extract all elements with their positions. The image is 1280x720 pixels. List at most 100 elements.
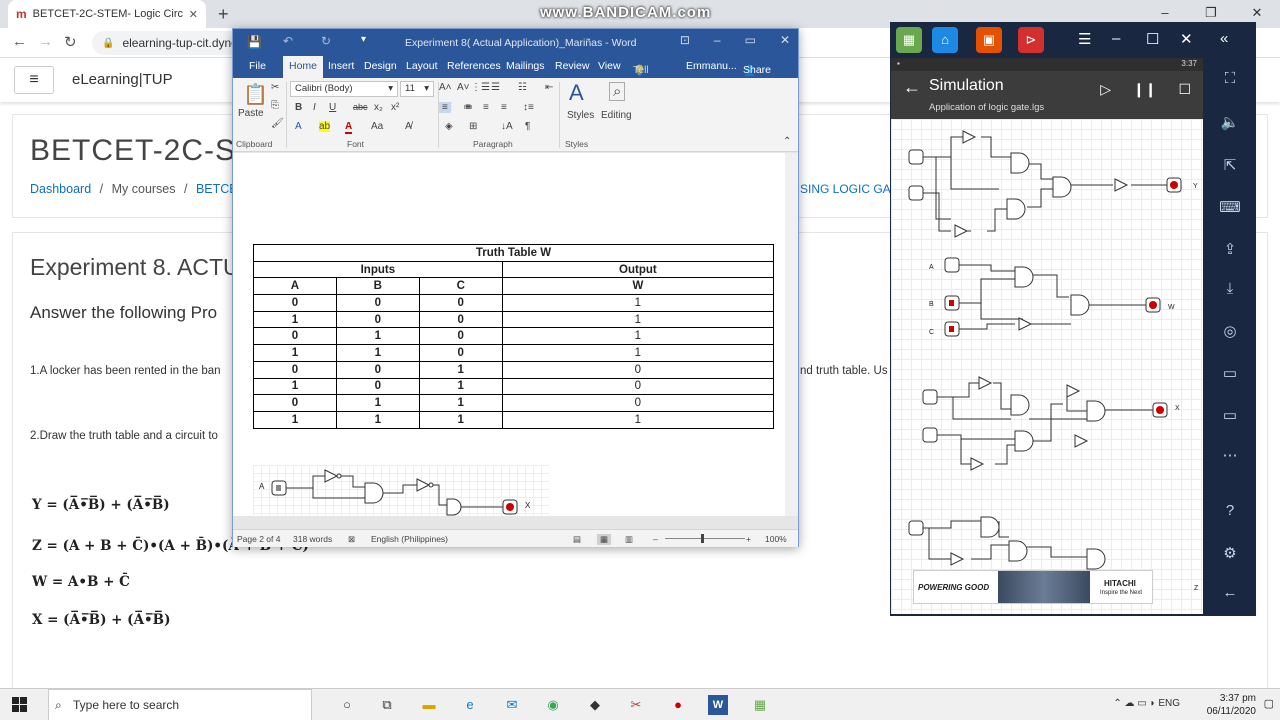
new-tab-button[interactable]: + — [218, 4, 229, 25]
help-icon[interactable]: ? — [1204, 502, 1256, 519]
browser-tab[interactable]: m BETCET-2C-STEM- Logic Circuit & ✕ — [8, 0, 206, 28]
word-minimize-icon[interactable]: – — [714, 33, 721, 47]
emulator-menu-icon[interactable]: ☰ — [1078, 30, 1091, 48]
format-painter-icon[interactable]: 🖌 — [271, 118, 284, 129]
site-name[interactable]: eLearning|TUP — [72, 71, 173, 88]
edge-icon[interactable]: e — [460, 695, 480, 715]
line-spacing-icon[interactable]: ↕≡ — [523, 102, 534, 113]
pointer-icon[interactable]: ⇱ — [1204, 156, 1256, 174]
shading-icon[interactable]: ◈ — [445, 121, 453, 132]
tab-home[interactable]: Home — [283, 56, 324, 78]
numbering-list-icon[interactable]: ⋮☰ — [471, 82, 490, 93]
font-color-icon[interactable]: A — [345, 121, 353, 134]
superscript-icon[interactable]: x² — [391, 102, 399, 113]
bandicam-icon[interactable]: ● — [668, 695, 688, 715]
back-icon[interactable]: ← — [12, 33, 27, 50]
save-icon[interactable]: 💾 — [247, 35, 262, 49]
clock[interactable]: 3:37 pm 06/11/2020 — [1207, 692, 1256, 718]
zoom-out-icon[interactable]: – — [653, 534, 658, 544]
bold-icon[interactable]: B — [295, 102, 302, 113]
tab-review[interactable]: Review — [555, 60, 589, 72]
chip-app-icon[interactable]: ▣ — [976, 27, 1002, 53]
language-indicator[interactable]: ENG — [1158, 698, 1180, 709]
volume-icon[interactable]: 🔈 — [1204, 113, 1256, 131]
font-size-select[interactable]: 11 ▾ — [400, 81, 434, 97]
cut-icon[interactable]: ✂ — [271, 82, 279, 93]
copy-icon[interactable]: ⎘ — [271, 100, 279, 111]
breadcrumb-activity[interactable]: SING LOGIC GAT — [800, 182, 897, 196]
paste-icon[interactable]: 📋 — [243, 82, 268, 107]
sort-icon[interactable]: ↓A — [501, 121, 513, 132]
cortana-icon[interactable]: ○ — [337, 695, 357, 715]
language[interactable]: English (Philippines) — [371, 534, 448, 544]
proofing-icon[interactable]: ⊠ — [348, 534, 355, 545]
underline-icon[interactable]: U — [329, 102, 336, 113]
collapse-ribbon-icon[interactable]: ⌃ — [783, 136, 791, 147]
settings-icon[interactable]: ⚙ — [1204, 544, 1256, 562]
forward-icon[interactable]: → — [38, 33, 53, 50]
tab-layout[interactable]: Layout — [406, 60, 438, 72]
font-name-select[interactable]: Calibri (Body) ▾ — [290, 81, 398, 97]
tab-insert[interactable]: Insert — [328, 60, 354, 72]
change-case-icon[interactable]: Aa — [371, 121, 383, 132]
decrease-indent-icon[interactable]: ⇤ — [545, 82, 553, 93]
windows-start-icon[interactable] — [12, 697, 28, 713]
taskbar-search[interactable]: ⌕ Type here to search — [48, 689, 312, 720]
read-mode-icon[interactable]: ▤ — [573, 534, 581, 545]
multilevel-list-icon[interactable]: ☷ — [518, 82, 527, 93]
circuit-canvas[interactable]: Y W X Z A B C — [891, 119, 1203, 614]
bluestacks-icon[interactable]: ▦ — [896, 27, 922, 53]
justify-icon[interactable]: ≡ — [501, 102, 507, 113]
stop-icon[interactable]: ☐ — [1178, 81, 1191, 98]
print-layout-icon[interactable]: ▦ — [597, 534, 612, 545]
borders-icon[interactable]: ⊞ — [469, 121, 477, 132]
subscript-icon[interactable]: x₂ — [374, 102, 383, 113]
bluestacks-taskbar-icon[interactable]: ▦ — [750, 695, 770, 715]
record-icon[interactable]: ▭ — [1204, 364, 1256, 382]
strikethrough-icon[interactable]: abc — [353, 102, 368, 112]
app-icon[interactable]: ◆ — [585, 695, 605, 715]
keyboard-icon[interactable]: ⌨ — [1204, 198, 1256, 216]
ad-banner[interactable]: POWERING GOOD HITACHI Inspire the Next — [913, 570, 1153, 604]
task-view-icon[interactable]: ⧉ — [377, 695, 397, 715]
align-center-icon[interactable]: ≡ — [465, 102, 471, 113]
pause-icon[interactable]: ❙❙ — [1133, 81, 1156, 98]
fullscreen-icon[interactable]: ⛶ — [1204, 70, 1256, 87]
quick-access-more-icon[interactable]: ▾ — [361, 34, 366, 45]
tab-view[interactable]: View — [598, 60, 621, 72]
tab-references[interactable]: References — [447, 60, 501, 72]
close-tab-icon[interactable]: ✕ — [189, 8, 198, 21]
show-formatting-icon[interactable]: ¶ — [525, 121, 530, 132]
install-apk-icon[interactable]: ⇪ — [1204, 240, 1256, 258]
zoom-level[interactable]: 100% — [765, 534, 787, 544]
emulator-close-icon[interactable]: ✕ — [1180, 30, 1193, 48]
emulator-minimize-icon[interactable]: – — [1112, 30, 1120, 47]
screenshot-icon[interactable]: ◎ — [1204, 322, 1256, 340]
folder-icon[interactable]: ▭ — [1204, 406, 1256, 424]
paste-button[interactable]: Paste — [238, 108, 264, 119]
ribbon-display-icon[interactable]: ⊡ — [680, 33, 690, 47]
back-arrow-icon[interactable]: ← — [903, 77, 921, 98]
word-maximize-icon[interactable]: ▭ — [745, 33, 756, 47]
styles-button[interactable]: Styles — [567, 110, 594, 121]
menu-icon[interactable]: ≡ — [14, 66, 54, 94]
system-tray-icons[interactable]: ⌃ ☁ ▭ ◗ ENG — [1113, 698, 1180, 709]
tab-mailings[interactable]: Mailings — [506, 60, 545, 72]
vertical-scrollbar[interactable] — [785, 153, 798, 516]
page-count[interactable]: Page 2 of 4 — [237, 534, 280, 544]
notifications-icon[interactable]: ▢ — [1264, 697, 1274, 710]
snipping-icon[interactable]: ✂ — [626, 695, 646, 715]
logic-gate-app-icon[interactable]: ⊳ — [1018, 27, 1044, 53]
styles-icon[interactable]: A — [569, 80, 584, 106]
word-close-icon[interactable]: ✕ — [780, 33, 790, 47]
breadcrumb-my-courses[interactable]: My courses — [112, 182, 176, 196]
emulator-maximize-icon[interactable]: ☐ — [1146, 30, 1159, 48]
reload-icon[interactable]: ↻ — [64, 33, 77, 51]
search-icon[interactable]: ⌕ — [609, 82, 626, 101]
align-right-icon[interactable]: ≡ — [483, 102, 489, 113]
bullets-list-icon[interactable]: ☰ — [491, 82, 500, 93]
document-page[interactable]: Truth Table W Inputs Output A B C W 0001… — [233, 153, 785, 516]
grow-font-icon[interactable]: A˄ — [439, 82, 452, 93]
align-left-icon[interactable]: ≡ — [439, 102, 451, 113]
account-name[interactable]: Emmanu... — [686, 60, 737, 72]
